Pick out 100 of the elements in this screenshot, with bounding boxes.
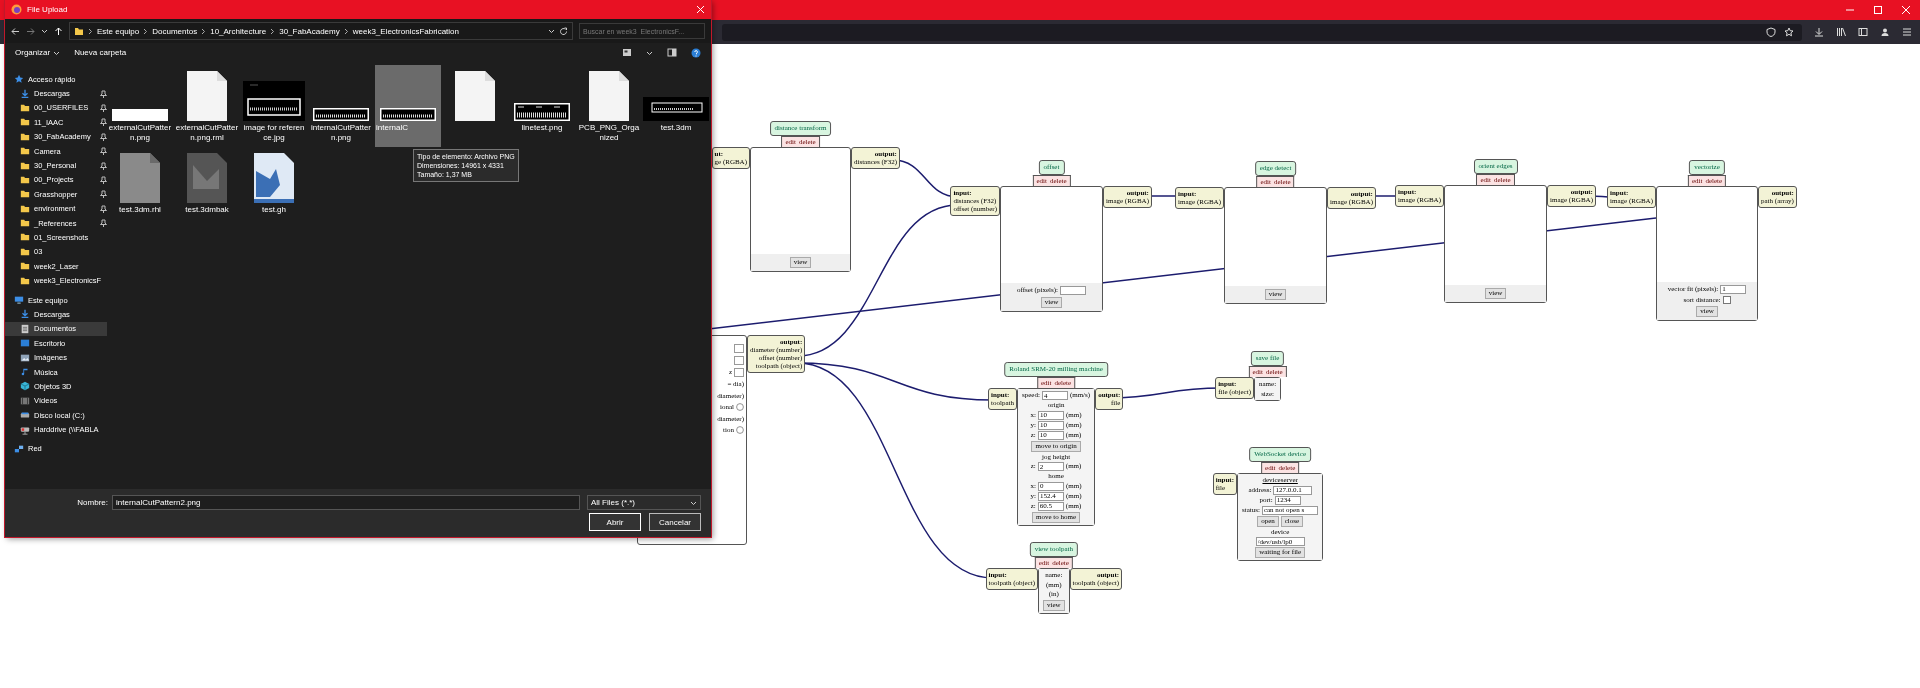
cancel-button[interactable]: Cancelar [649,513,701,531]
film-icon [20,395,30,406]
menu-icon[interactable] [1902,27,1912,37]
chevron-icon [201,27,207,35]
network-icon [14,443,24,454]
pictures-icon [20,352,30,363]
filename-label: Nombre: [77,498,108,507]
folder-icon [20,160,30,171]
music-note-icon [20,367,30,377]
computer-icon [14,295,24,306]
download-icon [20,88,30,99]
folder-icon [20,203,30,214]
organize-button[interactable]: Organizar [15,48,61,57]
new-folder-button[interactable]: Nueva carpeta [74,48,127,57]
image-thumbnail [313,108,369,121]
pin-icon [100,175,107,184]
input-field[interactable] [1059,286,1086,295]
image-thumbnail [643,97,709,121]
maximize-icon[interactable] [1873,5,1883,15]
library-icon[interactable] [1836,27,1846,37]
file-item[interactable]: test.3dm.rhl [107,147,173,229]
download-icon [20,309,30,320]
back-arrow-icon[interactable] [11,26,20,36]
breadcrumb[interactable]: Este equipo [97,26,140,36]
sidebar-icon[interactable] [1858,27,1868,37]
pin-icon [100,161,107,170]
folder-icon [20,131,30,142]
file-item[interactable]: externalCutPattern.png.rml [174,65,240,147]
caret-icon[interactable] [548,28,555,34]
radio-button[interactable] [736,403,744,412]
breadcrumb[interactable]: 30_FabAcademy [279,26,340,36]
up-arrow-icon[interactable] [54,26,63,36]
caret-icon [690,499,697,506]
chevron-icon [343,27,349,35]
close-icon[interactable] [1901,5,1911,15]
pin-icon [100,118,107,127]
checkbox[interactable] [1722,295,1731,304]
address-bar[interactable]: Este equipo Documentos 10_Architecture 30_FabAcademy week3_ElectronicsFabrication [69,22,573,40]
file-item[interactable]: linetest.png [509,65,575,147]
file-icon [187,71,227,121]
breadcrumb[interactable]: 10_Architecture [210,26,267,36]
file-item[interactable]: PCB_PNG_Organized [576,65,642,147]
image-thumbnail [243,81,305,121]
folder-icon [20,246,30,257]
file-item[interactable]: externalCutPattern.png [107,65,173,147]
folder-icon [20,117,30,128]
drive-icon [20,410,30,421]
cube-icon [20,381,30,392]
chevron-icon [143,27,149,35]
image-thumbnail [187,153,227,203]
help-icon[interactable] [691,47,701,58]
image-thumbnail [254,153,294,203]
document-icon [20,323,30,334]
desktop-icon [20,338,30,349]
image-thumbnail [112,109,168,121]
folder-icon [74,26,84,36]
caret-icon [53,49,61,56]
pin-icon [100,147,107,156]
chevron-icon [270,27,276,35]
folder-icon [20,275,30,286]
file-item[interactable]: test.3dm [643,65,709,147]
radio-button[interactable] [736,426,744,435]
caret-icon[interactable] [41,28,48,34]
folder-icon [20,146,30,157]
filename-field[interactable]: internalCutPattern2.png [112,495,580,510]
file-item[interactable]: test.gh [241,147,307,229]
file-item[interactable]: internalCutPattern.png [308,65,374,147]
pin-icon [100,190,107,199]
image-thumbnail [380,108,436,121]
file-type-dropdown[interactable]: All Files (*.*) [587,495,701,510]
shield-icon[interactable] [1766,27,1776,37]
image-thumbnail [514,103,570,121]
dialog-title: File Upload [27,5,68,14]
star-icon [14,74,24,85]
accept-button[interactable]: Abrir [589,513,641,531]
file-icon [455,71,495,121]
breadcrumb[interactable]: week3_ElectronicsFabrication [352,26,459,36]
close-icon[interactable] [696,5,705,14]
preview-pane-icon[interactable] [667,48,677,57]
file-item[interactable]: test.3dmbak [174,147,240,229]
chevron-icon [88,27,93,35]
view-icon[interactable] [622,48,632,57]
forward-arrow-icon[interactable] [26,26,35,36]
pin-icon [100,204,107,213]
pin-icon [100,219,107,228]
star-icon[interactable] [1784,27,1794,37]
download-icon[interactable] [1814,27,1824,37]
file-item[interactable]: image for reference.jpg [241,65,307,147]
file-item[interactable]: internalC [375,65,441,147]
pin-icon [100,103,107,112]
account-icon[interactable] [1880,27,1890,37]
file-icon [120,153,160,203]
folder-icon [20,102,30,113]
refresh-icon[interactable] [559,26,568,36]
pin-icon [100,132,107,141]
pin-icon [100,89,107,98]
breadcrumb[interactable]: Documentos [152,26,198,36]
caret-icon[interactable] [646,49,653,56]
file-icon [589,71,629,121]
app-icon [11,4,22,15]
